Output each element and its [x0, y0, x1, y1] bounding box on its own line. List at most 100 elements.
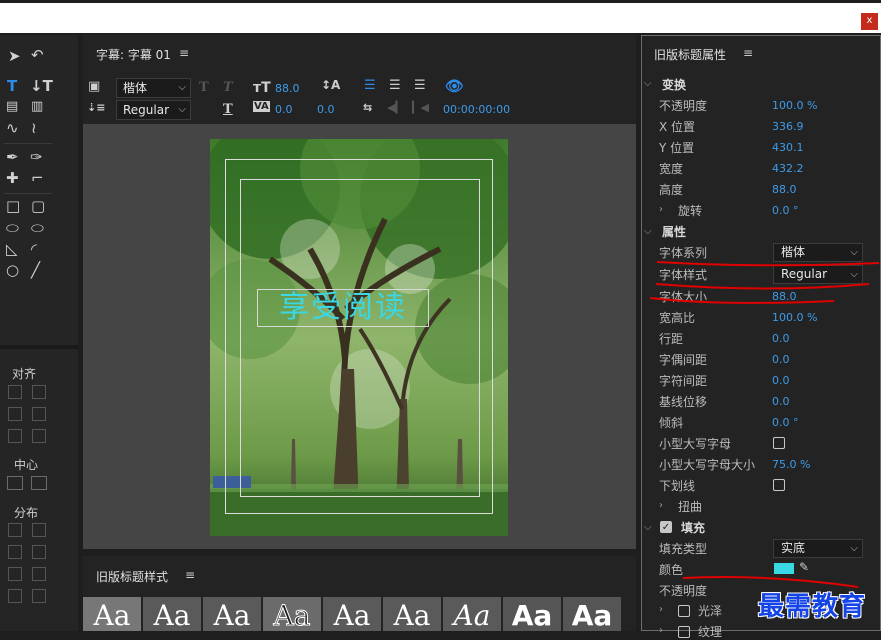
arc-tool-icon[interactable]: ◜: [31, 241, 37, 258]
fill-section[interactable]: 填充: [681, 519, 705, 536]
small-caps-checkbox[interactable]: [773, 437, 785, 449]
new-title-icon[interactable]: ▣: [88, 79, 100, 94]
height-value[interactable]: 88.0: [772, 183, 797, 196]
tracking-value[interactable]: 0.0: [317, 103, 335, 116]
underline-icon[interactable]: T: [223, 102, 233, 117]
chevron-right-icon[interactable]: ›: [659, 204, 663, 215]
font-size-value[interactable]: 88.0: [275, 82, 300, 95]
area-type-tool-icon[interactable]: ▤: [6, 98, 18, 115]
center-label: 中心: [14, 458, 39, 472]
tab-left-icon: ◀▎: [387, 101, 404, 114]
path-type-tool-icon[interactable]: ∿: [6, 120, 19, 137]
style-swatch[interactable]: Aa: [503, 597, 561, 631]
transform-section[interactable]: 变换: [662, 76, 686, 93]
pen-tool-icon[interactable]: ✒: [6, 149, 19, 166]
ellipse-tool-icon[interactable]: ○: [6, 262, 19, 279]
rotation-value[interactable]: 0.0 °: [772, 204, 799, 217]
timecode-value[interactable]: 00:00:00:00: [443, 103, 510, 116]
style-swatch[interactable]: Aa: [83, 597, 141, 631]
distribute-bottom-icon: [32, 567, 46, 581]
small-caps-size-value[interactable]: 75.0 %: [772, 458, 810, 471]
wedge-tool-icon[interactable]: ◺: [6, 241, 18, 258]
chevron-right-icon[interactable]: ›: [659, 604, 663, 615]
width-value[interactable]: 432.2: [772, 162, 804, 175]
font-style-dropdown[interactable]: Regular ⌵: [116, 100, 191, 120]
opacity-value[interactable]: 100.0 %: [772, 99, 817, 112]
small-caps-label: 小型大写字母: [659, 437, 732, 451]
fill-checkbox[interactable]: ✓: [660, 521, 672, 533]
tab-stops-icon[interactable]: ⇆: [363, 101, 372, 114]
baseline-value[interactable]: 0.0: [772, 395, 790, 408]
leading-value[interactable]: 0.0: [772, 332, 790, 345]
slant-value[interactable]: 0.0 °: [772, 416, 799, 429]
y-position-value[interactable]: 430.1: [772, 141, 804, 154]
style-swatch[interactable]: Aa: [323, 597, 381, 631]
title-safe-margin: [240, 179, 480, 497]
font-style-label: 字体样式: [659, 268, 708, 282]
clipped-rectangle-tool-icon[interactable]: ⬭: [6, 220, 19, 237]
add-anchor-tool-icon[interactable]: ✚: [6, 170, 19, 187]
fill-type-select[interactable]: 实底 ⌵: [773, 539, 863, 558]
close-button[interactable]: x: [861, 13, 878, 30]
aspect-label: 宽高比: [659, 311, 696, 325]
kerning-value[interactable]: 0.0: [275, 103, 293, 116]
properties-menu-icon[interactable]: ≡: [743, 46, 753, 60]
title-properties-panel: 旧版标题属性 ≡ ⌵ 变换 不透明度 100.0 % X 位置 336.9 Y …: [641, 35, 881, 639]
properties-section[interactable]: 属性: [662, 223, 686, 240]
window-titlebar: x: [0, 0, 881, 33]
style-swatch[interactable]: Aa: [203, 597, 261, 631]
distribute-even-h-icon: [8, 589, 22, 603]
style-swatch[interactable]: Aa: [143, 597, 201, 631]
style-swatch[interactable]: Aa: [563, 597, 621, 631]
line-tool-icon[interactable]: ╱: [31, 262, 40, 279]
kerning-value[interactable]: 0.0: [772, 353, 790, 366]
x-position-value[interactable]: 336.9: [772, 120, 804, 133]
styles-panel-header: 旧版标题样式: [96, 570, 169, 584]
vertical-area-type-tool-icon[interactable]: ▥: [31, 98, 43, 115]
style-swatch[interactable]: Aa: [443, 597, 501, 631]
font-style-select[interactable]: Regular ⌵: [773, 265, 863, 284]
fill-type-label: 填充类型: [659, 542, 708, 556]
show-background-video-icon[interactable]: 👁: [445, 77, 464, 95]
align-right-text-icon[interactable]: ☰: [414, 78, 426, 93]
center-vertical-button[interactable]: [31, 476, 47, 490]
distribute-right-icon: [8, 567, 22, 581]
rounded-rectangle-tool-icon[interactable]: ▢: [31, 198, 45, 215]
tracking-value[interactable]: 0.0: [772, 374, 790, 387]
delete-anchor-tool-icon[interactable]: ✑: [30, 149, 43, 166]
texture-checkbox[interactable]: [678, 626, 690, 638]
roll-crawl-options-icon[interactable]: ⇣≡: [87, 101, 105, 114]
type-tool-icon[interactable]: T: [7, 78, 17, 95]
chevron-right-icon[interactable]: ›: [659, 500, 663, 511]
title-text-box[interactable]: 享受阅读: [257, 289, 429, 327]
italic-icon[interactable]: T: [223, 80, 233, 95]
chevron-down-icon[interactable]: ⌵: [644, 522, 652, 533]
panel-menu-icon[interactable]: ≡: [179, 46, 189, 60]
style-swatch[interactable]: Aa: [383, 597, 441, 631]
styles-menu-icon[interactable]: ≡: [185, 568, 195, 582]
aspect-value[interactable]: 100.0 %: [772, 311, 817, 324]
fill-color-swatch[interactable]: [774, 563, 794, 574]
convert-anchor-tool-icon[interactable]: ⌐: [31, 170, 44, 187]
align-center-text-icon[interactable]: ☰: [389, 78, 401, 93]
eyedropper-icon[interactable]: ✎: [799, 560, 809, 574]
vertical-type-tool-icon[interactable]: ↓T: [30, 78, 53, 95]
chevron-down-icon[interactable]: ⌵: [644, 78, 652, 89]
font-size-value[interactable]: 88.0: [772, 290, 797, 303]
font-family-dropdown[interactable]: 楷体 ⌵: [116, 78, 191, 98]
center-horizontal-button[interactable]: [7, 476, 23, 490]
vertical-path-type-tool-icon[interactable]: ≀: [31, 120, 37, 137]
chevron-down-icon[interactable]: ⌵: [644, 226, 652, 237]
bold-icon[interactable]: T: [199, 80, 209, 95]
rounded-corner-tool-icon[interactable]: ⬭: [31, 220, 44, 237]
watermark-logo: 最需教育: [758, 592, 867, 622]
rectangle-tool-icon[interactable]: □: [6, 198, 20, 215]
background-video-frame: 享受阅读: [210, 139, 508, 536]
underline-checkbox[interactable]: [773, 479, 785, 491]
font-family-select[interactable]: 楷体 ⌵: [773, 243, 863, 262]
selection-tool-icon[interactable]: ➤: [8, 48, 21, 65]
style-swatch[interactable]: Aa: [263, 597, 321, 631]
sheen-checkbox[interactable]: [678, 605, 690, 617]
rotation-tool-icon[interactable]: ↶: [31, 47, 44, 64]
align-left-text-icon[interactable]: ☰: [364, 78, 376, 93]
